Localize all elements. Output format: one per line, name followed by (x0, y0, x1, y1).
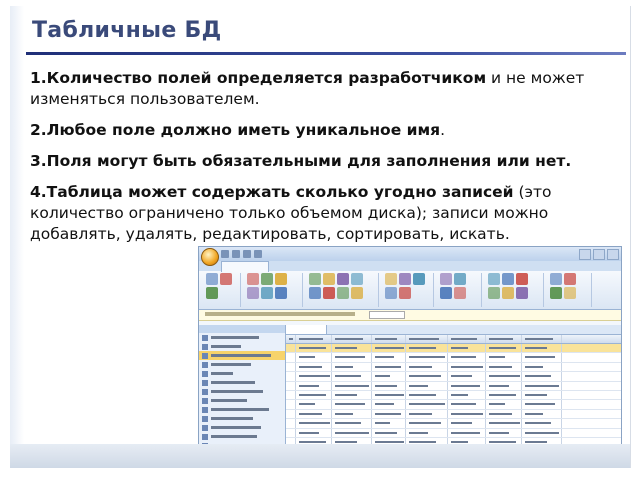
table-row (286, 400, 621, 410)
ribbon-group (485, 273, 544, 307)
point-4: 4.Таблица может содержать сколько угодно… (30, 183, 552, 243)
table-row (286, 372, 621, 382)
ribbon-group (547, 273, 592, 307)
table-datasheet (286, 325, 621, 445)
point-3: 3.Поля могут быть обязательными для запо… (30, 152, 572, 170)
ribbon-group (437, 273, 482, 307)
footer-bar (10, 444, 630, 468)
ribbon (199, 271, 621, 310)
slide: Табличные БД 1.Количество полей определя… (10, 6, 631, 468)
slide-side-shade (10, 6, 24, 468)
nav-item (199, 342, 285, 351)
title-underline (26, 52, 626, 55)
navigation-pane (199, 325, 286, 445)
bullet-list: 1.Количество полей определяется разработ… (30, 68, 620, 255)
nav-item (199, 405, 285, 414)
table-icon (286, 325, 621, 335)
ribbon-tabs (199, 261, 621, 272)
nav-item (199, 378, 285, 387)
table-row (286, 362, 621, 373)
ribbon-group (382, 273, 434, 307)
nav-item (199, 432, 285, 441)
table-header-row (286, 335, 621, 344)
ribbon-group (203, 273, 241, 307)
table-row (286, 428, 621, 438)
nav-item (199, 360, 285, 369)
security-infobar (199, 310, 621, 321)
nav-item (199, 396, 285, 405)
window-controls (579, 249, 619, 260)
nav-item (199, 423, 285, 432)
ribbon-group (244, 273, 303, 307)
point-2: 2.Любое поле должно иметь уникальное имя… (30, 121, 446, 139)
title-bar: Табличные БД (10, 6, 630, 56)
table-row (286, 353, 621, 363)
table-row (286, 381, 621, 391)
app-titlebar (199, 247, 621, 266)
table-row (286, 390, 621, 401)
ribbon-group (306, 273, 379, 307)
nav-item (199, 351, 285, 360)
nav-item (199, 333, 285, 342)
table-row (286, 409, 621, 420)
workspace (199, 325, 621, 445)
table-row (286, 419, 621, 429)
table-row (286, 344, 621, 354)
nav-item (199, 414, 285, 423)
slide-title: Табличные БД (32, 18, 222, 43)
access-window-screenshot (198, 246, 622, 446)
quick-access-toolbar (221, 250, 262, 258)
nav-item (199, 369, 285, 378)
office-button-icon (201, 248, 219, 266)
nav-item (199, 387, 285, 396)
point-1: 1.Количество полей определяется разработ… (30, 69, 585, 108)
